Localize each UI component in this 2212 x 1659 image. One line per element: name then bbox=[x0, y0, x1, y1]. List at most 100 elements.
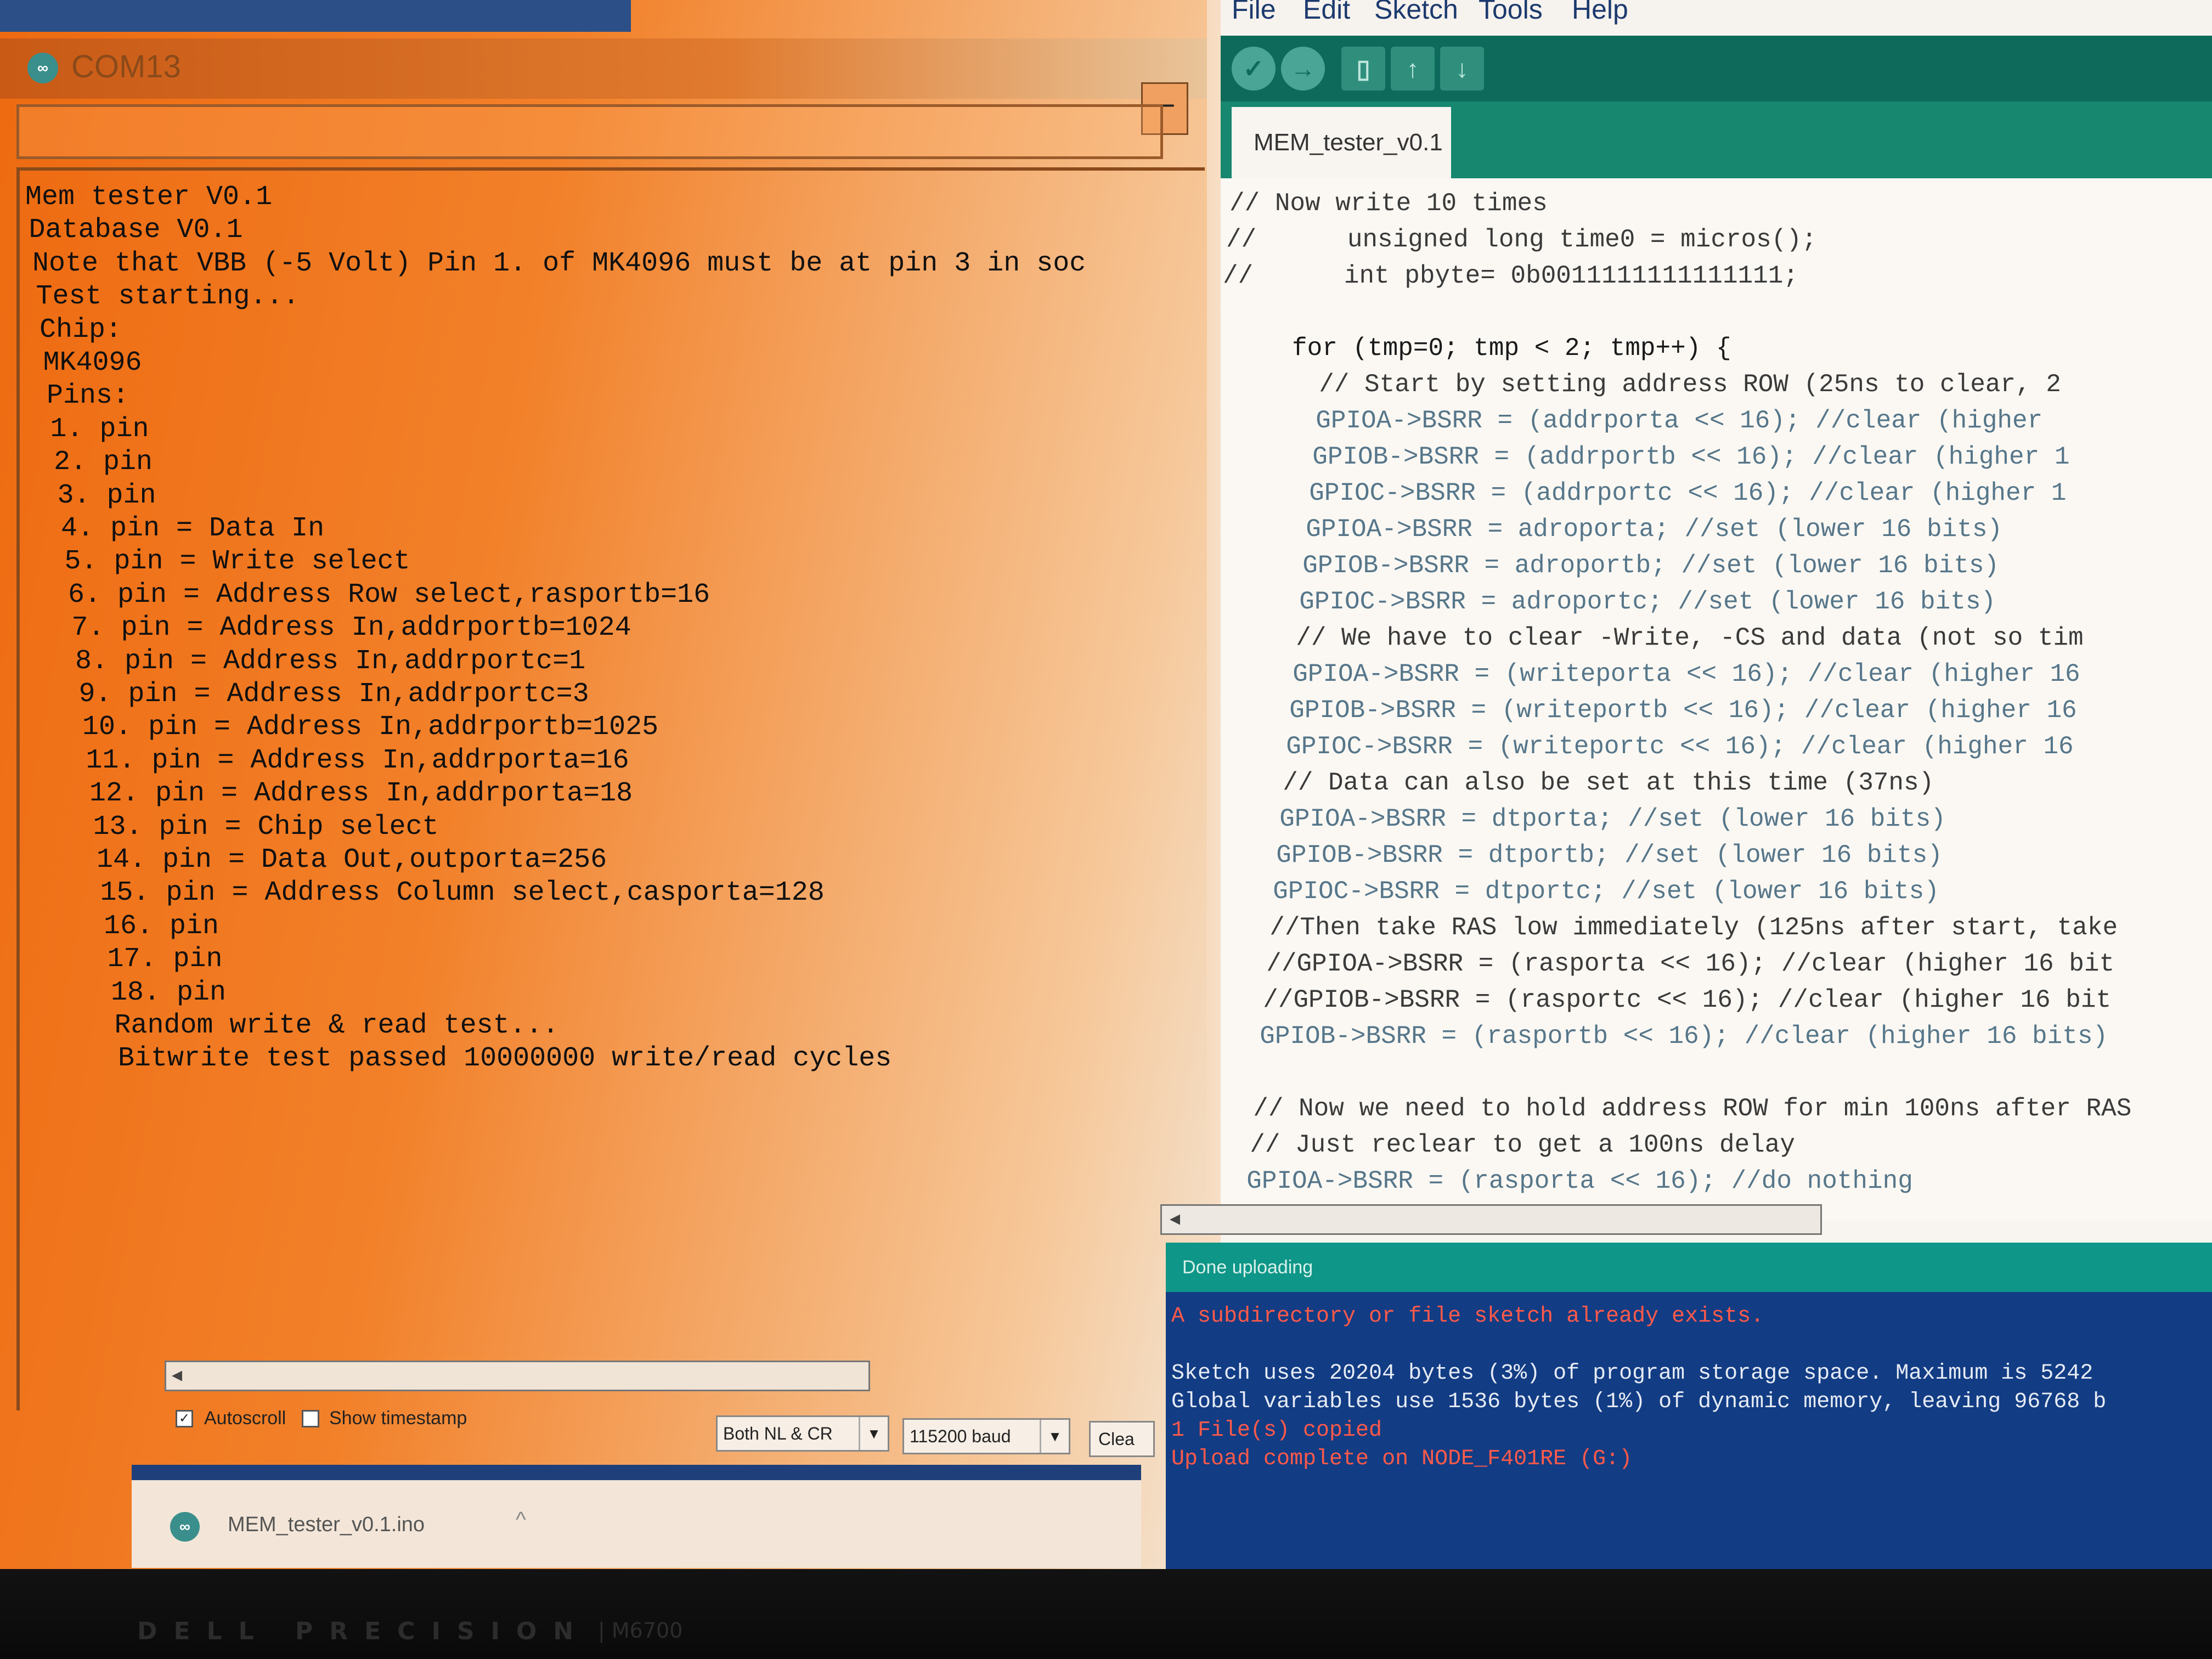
baud-rate-select[interactable]: 115200 baud ▼ bbox=[902, 1418, 1070, 1454]
show-timestamp-label: Show timestamp bbox=[329, 1408, 467, 1429]
serial-output-line: 1. pin bbox=[50, 413, 149, 445]
serial-output-line: 15. pin = Address Column select,casporta… bbox=[100, 877, 825, 909]
monitor-bezel bbox=[0, 1569, 2212, 1659]
taskbar-item[interactable]: ∞ MEM_tester_v0.1.ino ^ bbox=[132, 1480, 1141, 1568]
serial-output-line: 5. pin = Write select bbox=[64, 546, 410, 578]
serial-output-line: 16. pin bbox=[104, 910, 219, 942]
menu-help[interactable]: Help bbox=[1572, 0, 1628, 25]
tab-mem-tester[interactable]: MEM_tester_v0.1 bbox=[1232, 107, 1451, 178]
status-bar: Done uploading bbox=[1166, 1243, 2212, 1292]
code-editor[interactable]: // Now write 10 times // unsigned long ti… bbox=[1221, 178, 2212, 1221]
arduino-ide-window: File Edit Sketch Tools Help ✓ → ▯ ↑ ↓ ME… bbox=[1160, 0, 2212, 1569]
line-ending-select[interactable]: Both NL & CR ▼ bbox=[716, 1415, 889, 1452]
arduino-file-icon: ∞ bbox=[170, 1512, 200, 1542]
menu-sketch[interactable]: Sketch bbox=[1374, 0, 1458, 25]
code-line: GPIOA->BSRR = (rasporta << 16); //do not… bbox=[1246, 1167, 1913, 1195]
baud-rate-value: 115200 baud bbox=[910, 1426, 1011, 1446]
code-line: GPIOA->BSRR = (writeporta << 16); //clea… bbox=[1221, 660, 2080, 689]
code-line: GPIOB->BSRR = dtportb; //set (lower 16 b… bbox=[1221, 841, 1943, 870]
output-console[interactable]: A subdirectory or file sketch already ex… bbox=[1166, 1292, 2212, 1569]
ide-toolbar: ✓ → ▯ ↑ ↓ bbox=[1221, 36, 2212, 101]
serial-titlebar[interactable] bbox=[0, 38, 1207, 99]
verify-icon[interactable]: ✓ bbox=[1232, 47, 1276, 91]
code-line: GPIOC->BSRR = dtportc; //set (lower 16 b… bbox=[1221, 877, 1939, 906]
code-line: GPIOC->BSRR = adroportc; //set (lower 16… bbox=[1221, 588, 1996, 616]
console-line: Global variables use 1536 bytes (1%) of … bbox=[1171, 1390, 2107, 1414]
menu-tools[interactable]: Tools bbox=[1479, 0, 1543, 25]
bezel-model: | M6700 bbox=[598, 1618, 683, 1643]
console-line: 1 File(s) copied bbox=[1171, 1418, 1383, 1443]
bezel-brand: DELL PRECISION bbox=[137, 1617, 590, 1645]
serial-output-line: 14. pin = Data Out,outporta=256 bbox=[97, 844, 607, 876]
code-line: // Start by setting address ROW (25ns to… bbox=[1221, 370, 2061, 399]
window-top-strip bbox=[0, 0, 631, 32]
code-line: GPIOA->BSRR = adroporta; //set (lower 16… bbox=[1221, 515, 2003, 544]
serial-monitor-window: ∞ COM13 – Mem tester V0.1 Database V0.1 No… bbox=[0, 0, 1207, 1569]
new-icon[interactable]: ▯ bbox=[1341, 47, 1385, 91]
serial-output-line: 9. pin = Address In,addrportc=3 bbox=[78, 679, 589, 710]
serial-send-input[interactable] bbox=[19, 107, 1163, 157]
serial-horizontal-scrollbar[interactable]: ◂ bbox=[165, 1361, 870, 1391]
serial-output-line: 4. pin = Data In bbox=[61, 513, 325, 544]
serial-output-line: 7. pin = Address In,addrportb=1024 bbox=[71, 612, 631, 644]
code-line: GPIOB->BSRR = (addrportb << 16); //clear… bbox=[1221, 443, 2070, 471]
serial-output[interactable]: Mem tester V0.1 Database V0.1 Note that VB… bbox=[16, 167, 1205, 1410]
serial-output-line: 13. pin = Chip select bbox=[93, 811, 439, 843]
serial-output-line: 11. pin = Address In,addrporta=16 bbox=[86, 744, 629, 776]
serial-output-line: 12. pin = Address In,addrporta=18 bbox=[89, 778, 633, 810]
code-line: //Then take RAS low immediately (125ns a… bbox=[1221, 913, 2118, 942]
clear-output-button[interactable]: Clea bbox=[1089, 1421, 1155, 1457]
serial-output-line: 3. pin bbox=[57, 479, 156, 511]
line-ending-value: Both NL & CR bbox=[723, 1424, 833, 1443]
code-line: // Data can also be set at this time (37… bbox=[1221, 769, 1934, 797]
serial-output-line: Note that VBB (-5 Volt) Pin 1. of MK4096… bbox=[32, 247, 1086, 279]
autoscroll-checkbox[interactable]: ✓ bbox=[176, 1410, 193, 1427]
upload-icon[interactable]: → bbox=[1281, 47, 1325, 91]
editor-horizontal-scrollbar[interactable]: ◂ bbox=[1160, 1204, 1822, 1235]
menu-edit[interactable]: Edit bbox=[1303, 0, 1350, 25]
code-line: //GPIOA->BSRR = (rasporta << 16); //clea… bbox=[1221, 950, 2115, 978]
serial-output-line: 17. pin bbox=[107, 944, 223, 975]
code-line: // Just reclear to get a 100ns delay bbox=[1250, 1131, 1795, 1159]
arduino-logo-icon: ∞ bbox=[27, 53, 58, 83]
serial-output-line: Database V0.1 bbox=[29, 215, 243, 246]
code-line: GPIOA->BSRR = dtporta; //set (lower 16 b… bbox=[1221, 805, 1946, 833]
serial-output-line: 10. pin = Address In,addrportb=1025 bbox=[82, 712, 659, 743]
save-icon[interactable]: ↓ bbox=[1440, 47, 1484, 91]
serial-output-line: 18. pin bbox=[111, 977, 227, 1008]
code-line: // int pbyte= 0b0011111111111111; bbox=[1223, 262, 1798, 290]
code-line: GPIOA->BSRR = (addrporta << 16); //clear… bbox=[1221, 407, 2043, 435]
code-line: // Now write 10 times bbox=[1229, 189, 1548, 218]
serial-output-line: Chip: bbox=[40, 314, 122, 346]
serial-output-line: Test starting... bbox=[36, 281, 300, 313]
code-line: GPIOB->BSRR = adroportb; //set (lower 16… bbox=[1221, 551, 2000, 580]
serial-window-title: COM13 bbox=[71, 49, 181, 84]
code-line: // Now we need to hold address ROW for m… bbox=[1221, 1094, 2132, 1123]
scroll-left-icon[interactable]: ◂ bbox=[1170, 1206, 1180, 1231]
serial-send-field[interactable] bbox=[16, 104, 1163, 159]
serial-output-line: Random write & read test... bbox=[114, 1010, 559, 1041]
chevron-down-icon: ▼ bbox=[859, 1417, 888, 1450]
scroll-left-icon[interactable]: ◂ bbox=[172, 1362, 182, 1387]
chevron-up-icon[interactable]: ^ bbox=[516, 1508, 526, 1532]
screen: ∞ COM13 – Mem tester V0.1 Database V0.1 No… bbox=[0, 0, 2212, 1580]
autoscroll-label: Autoscroll bbox=[204, 1408, 286, 1429]
serial-output-line: Mem tester V0.1 bbox=[25, 182, 273, 213]
serial-output-line: MK4096 bbox=[43, 347, 142, 379]
console-line: Sketch uses 20204 bytes (3%) of program … bbox=[1171, 1361, 2094, 1386]
code-line: GPIOC->BSRR = (addrportc << 16); //clear… bbox=[1221, 479, 2067, 507]
menu-bar: File Edit Sketch Tools Help bbox=[1221, 0, 2212, 33]
menu-file[interactable]: File bbox=[1232, 0, 1276, 25]
code-line: //GPIOB->BSRR = (rasportc << 16); //clea… bbox=[1221, 986, 2112, 1014]
taskbar-filename: MEM_tester_v0.1.ino bbox=[228, 1513, 425, 1536]
serial-output-line: 6. pin = Address Row select,rasportb=16 bbox=[68, 579, 710, 611]
chevron-down-icon: ▼ bbox=[1040, 1420, 1069, 1453]
code-line: for (tmp=0; tmp < 2; tmp++) { bbox=[1221, 334, 1731, 363]
show-timestamp-checkbox[interactable] bbox=[302, 1410, 319, 1427]
code-line: // unsigned long time0 = micros(); bbox=[1226, 225, 1817, 254]
serial-output-line: 8. pin = Address In,addrportc=1 bbox=[75, 645, 586, 677]
code-line: GPIOB->BSRR = (rasportb << 16); //clear … bbox=[1221, 1022, 2108, 1051]
open-icon[interactable]: ↑ bbox=[1391, 47, 1435, 91]
serial-output-line: Bitwrite test passed 10000000 write/read… bbox=[118, 1043, 892, 1075]
serial-output-line: 2. pin bbox=[54, 447, 153, 478]
